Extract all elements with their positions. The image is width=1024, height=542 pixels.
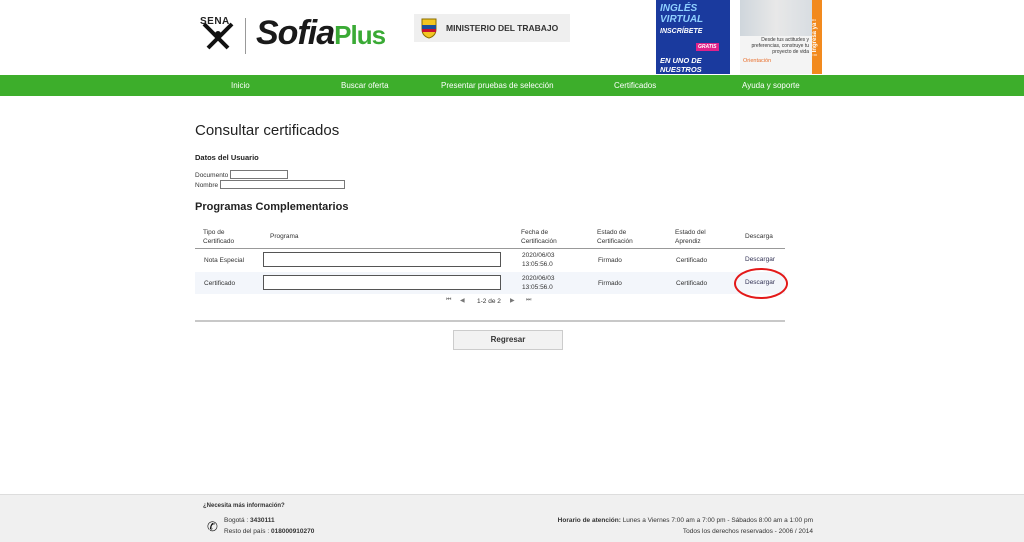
footer-bogota: Bogotá : 3430111 <box>224 517 275 524</box>
prev-page-icon[interactable]: ◀ <box>460 297 465 304</box>
ministerio-logo: MINISTERIO DEL TRABAJO <box>414 14 570 42</box>
banner-gratis-badge: GRATIS <box>696 43 719 51</box>
page-title: Consultar certificados <box>195 122 340 139</box>
cell-fecha-date: 2020/06/03 <box>522 252 555 259</box>
cell-estado-apr: Certificado <box>676 280 708 287</box>
documento-label: Documento <box>195 172 229 179</box>
nav-item-pruebas[interactable]: Presentar pruebas de selección <box>441 75 554 96</box>
cell-fecha-date: 2020/06/03 <box>522 275 555 282</box>
banner-orient-text: Desde tus actitudes y preferencias, cons… <box>751 37 809 55</box>
th-fecha: Fecha de Certificación <box>521 229 557 245</box>
nombre-field[interactable] <box>220 180 345 189</box>
banner-orient-logo: Orientación <box>743 58 772 64</box>
sena-label: SENA <box>200 16 230 27</box>
regresar-button[interactable]: Regresar <box>453 330 563 350</box>
colombia-shield-icon <box>421 18 437 39</box>
main-nav: Inicio Buscar oferta Presentar pruebas d… <box>0 75 1024 96</box>
sofia-text: Sofia <box>256 14 335 52</box>
nav-item-buscar-oferta[interactable]: Buscar oferta <box>341 75 389 96</box>
phone-icon: ✆ <box>207 519 218 534</box>
th-tipo: Tipo de Certificado <box>203 229 235 245</box>
ingles-virtual-banner[interactable]: INGLÉS VIRTUAL INSCRÍBETE GRATIS EN UNO … <box>656 0 730 74</box>
descargar-link[interactable]: Descargar <box>745 256 775 263</box>
th-descarga: Descarga <box>745 233 773 240</box>
resto-value: 018000910270 <box>270 528 315 535</box>
pager-text: 1-2 de 2 <box>477 298 501 305</box>
horario-value: Lunes a Viernes 7:00 am a 7:00 pm - Sába… <box>622 517 813 524</box>
datos-usuario-title: Datos del Usuario <box>195 153 259 162</box>
header-divider <box>245 18 246 54</box>
cell-tipo: Nota Especial <box>204 257 245 264</box>
th-estado-cert: Estado de Certificación <box>597 229 633 245</box>
first-page-icon[interactable]: ⏮ <box>446 297 451 304</box>
table-row: Certificado 2020/06/03 13:05:56.0 Firmad… <box>195 272 785 294</box>
th-programa: Programa <box>270 233 299 240</box>
nav-item-certificados[interactable]: Certificados <box>614 75 656 96</box>
banner-ingles-line3: INSCRÍBETE <box>660 28 703 35</box>
cell-estado-cert: Firmado <box>598 280 622 287</box>
content-separator <box>195 320 785 322</box>
programa-field[interactable] <box>263 252 501 267</box>
last-page-icon[interactable]: ⏭ <box>526 297 531 304</box>
documento-field[interactable] <box>230 170 288 179</box>
banner-ingles-line4: EN UNO DE NUESTROS CURSOS <box>660 56 702 74</box>
cell-estado-apr: Certificado <box>676 257 708 264</box>
footer-rights: Todos los derechos reservados - 2006 / 2… <box>682 528 813 535</box>
banner-ingles-line1: INGLÉS <box>660 3 698 14</box>
bogota-value: 3430111 <box>250 517 275 524</box>
footer-info-title: ¿Necesita más información? <box>203 503 285 509</box>
ingresa-ya-banner[interactable]: ¡ Ingresa ya ! <box>812 0 822 74</box>
programa-field[interactable] <box>263 275 501 290</box>
footer: ¿Necesita más información? ✆ Bogotá : 34… <box>0 494 1024 542</box>
cell-fecha-time: 13:05:56.0 <box>522 261 553 268</box>
th-estado-apr: Estado del Aprendiz <box>675 229 706 245</box>
horario-label: Horario de atención: <box>557 517 621 524</box>
footer-resto: Resto del país : 018000910270 <box>224 528 314 535</box>
orientacion-banner[interactable]: Desde tus actitudes y preferencias, cons… <box>740 0 812 74</box>
cell-fecha-time: 13:05:56.0 <box>522 284 553 291</box>
footer-horario: Horario de atención: Lunes a Viernes 7:0… <box>558 517 813 524</box>
cell-estado-cert: Firmado <box>598 257 622 264</box>
cell-tipo: Certificado <box>204 280 236 287</box>
ministerio-label: MINISTERIO DEL TRABAJO <box>446 23 559 33</box>
nombre-label: Nombre <box>195 182 219 189</box>
table-row: Nota Especial 2020/06/03 13:05:56.0 Firm… <box>195 249 785 271</box>
header: SENA SofiaPlus MINISTERIO DEL TRABAJO IN… <box>0 0 1024 75</box>
programas-title: Programas Complementarios <box>195 201 349 213</box>
next-page-icon[interactable]: ▶ <box>510 297 515 304</box>
plus-text: Plus <box>334 20 386 50</box>
banner-photo <box>740 0 812 36</box>
highlight-circle <box>734 268 788 299</box>
sofia-plus-logo: SofiaPlus <box>256 14 386 53</box>
bogota-label: Bogotá : <box>224 517 249 524</box>
resto-label: Resto del país : <box>224 528 270 535</box>
banner-ingles-line2: VIRTUAL <box>660 14 704 25</box>
nav-item-inicio[interactable]: Inicio <box>231 75 250 96</box>
nav-item-ayuda[interactable]: Ayuda y soporte <box>742 75 800 96</box>
